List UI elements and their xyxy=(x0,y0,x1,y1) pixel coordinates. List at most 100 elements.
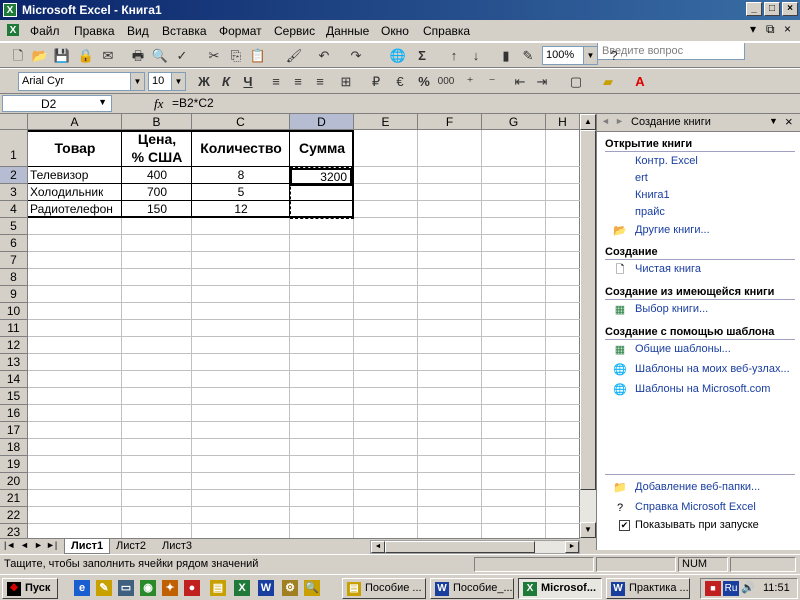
column-header[interactable]: D xyxy=(290,114,354,130)
column-header[interactable]: A xyxy=(28,114,122,130)
align-center-icon[interactable]: ≡ xyxy=(288,72,308,92)
menu-tools[interactable]: Сервис xyxy=(274,24,315,38)
doc-restore-button[interactable]: ⧉ xyxy=(766,22,775,37)
row-header[interactable]: 20 xyxy=(0,473,28,490)
save-icon[interactable]: 💾 xyxy=(52,46,72,66)
sort-descending-icon[interactable]: ↓ xyxy=(466,46,486,66)
task-button[interactable]: ▤ Пособие ... xyxy=(342,578,426,599)
row-header[interactable]: 8 xyxy=(0,269,28,286)
media-icon[interactable]: ◉ xyxy=(140,580,156,596)
paste-icon[interactable]: 📋 xyxy=(248,46,268,66)
cell-B2[interactable]: 400 xyxy=(124,168,190,182)
currency-icon[interactable]: ₽ xyxy=(366,72,386,92)
row-header[interactable]: 19 xyxy=(0,456,28,473)
show-at-startup-checkbox[interactable]: ✔ xyxy=(619,520,630,531)
name-box[interactable]: D2 ▼ xyxy=(2,95,112,112)
cell-C1[interactable]: Количество xyxy=(192,140,290,156)
row-header[interactable]: 13 xyxy=(0,354,28,371)
row-header[interactable]: 4 xyxy=(0,201,28,218)
print-preview-icon[interactable]: 🔍 xyxy=(150,46,170,66)
open-more-link[interactable]: Другие книги... xyxy=(635,224,710,236)
row-header[interactable]: 3 xyxy=(0,184,28,201)
cell-B1-line1[interactable]: Цена, xyxy=(124,131,190,147)
column-header[interactable]: H xyxy=(546,114,580,130)
sort-ascending-icon[interactable]: ↑ xyxy=(444,46,464,66)
menu-format[interactable]: Формат xyxy=(219,24,262,38)
column-header[interactable]: B xyxy=(122,114,192,130)
borders-icon[interactable]: ▢ xyxy=(566,72,586,92)
copy-icon[interactable]: ⎘ xyxy=(226,46,246,66)
search-icon[interactable]: 🔍 xyxy=(304,580,320,596)
comma-style-button[interactable]: 000 xyxy=(436,72,456,92)
close-button[interactable]: × xyxy=(782,2,798,16)
hyperlink-icon[interactable]: 🌐 xyxy=(388,46,408,66)
excel-icon[interactable]: X xyxy=(234,580,250,596)
italic-button[interactable]: К xyxy=(216,72,236,92)
start-button[interactable]: ❖ Пуск xyxy=(2,578,58,599)
menu-file[interactable]: Файл xyxy=(30,24,60,38)
undo-icon[interactable]: ↶ xyxy=(314,46,334,66)
font-select[interactable]: Arial Cyr ▼ xyxy=(18,72,145,91)
chevron-down-icon[interactable]: ▼ xyxy=(171,73,185,90)
doc-close-button[interactable]: × xyxy=(784,22,791,36)
menu-view[interactable]: Вид xyxy=(127,24,149,38)
merge-center-icon[interactable]: ⊞ xyxy=(336,72,356,92)
align-right-icon[interactable]: ≡ xyxy=(310,72,330,92)
speaker-icon[interactable]: 🔊 xyxy=(741,581,755,594)
excel-icon[interactable]: X xyxy=(3,3,17,17)
row-header[interactable]: 18 xyxy=(0,439,28,456)
scroll-thumb[interactable] xyxy=(580,130,596,490)
help-icon[interactable]: ? xyxy=(604,46,624,66)
euro-icon[interactable]: € xyxy=(390,72,410,92)
scroll-left-icon[interactable]: ◄ xyxy=(371,541,385,553)
open-icon[interactable]: 📂 xyxy=(30,46,50,66)
cell-C3[interactable]: 5 xyxy=(194,185,288,199)
tab-next-icon[interactable]: ► xyxy=(34,540,43,550)
tab-sheet3[interactable]: Лист3 xyxy=(156,539,198,554)
print-icon[interactable]: 🖶 xyxy=(128,46,148,66)
row-header[interactable]: 12 xyxy=(0,337,28,354)
web-templates-link[interactable]: Шаблоны на моих веб-узлах... xyxy=(635,363,790,375)
menu-data[interactable]: Данные xyxy=(326,24,369,38)
vertical-scrollbar[interactable]: ▲ ▼ xyxy=(580,114,596,538)
select-all-corner[interactable] xyxy=(0,114,28,130)
chart-wizard-icon[interactable]: ▮ xyxy=(496,46,516,66)
chevron-down-icon[interactable]: ▼ xyxy=(769,116,778,126)
excel-help-link[interactable]: Справка Microsoft Excel xyxy=(635,501,756,513)
new-icon[interactable]: 🗋 xyxy=(8,46,28,66)
cell-C2[interactable]: 8 xyxy=(194,168,288,182)
tab-sheet1[interactable]: Лист1 xyxy=(64,539,111,554)
underline-button[interactable]: Ч xyxy=(238,72,258,92)
column-header[interactable]: E xyxy=(354,114,418,130)
row-header[interactable]: 10 xyxy=(0,303,28,320)
bold-button[interactable]: Ж xyxy=(194,72,214,92)
app-icon[interactable]: ⚙ xyxy=(282,580,298,596)
row-header[interactable]: 22 xyxy=(0,507,28,524)
cell-D1[interactable]: Сумма xyxy=(292,140,352,156)
desktop-icon[interactable]: ▭ xyxy=(118,580,134,596)
tab-last-icon[interactable]: ►| xyxy=(46,540,57,550)
add-web-folder-link[interactable]: Добавление веб-папки... xyxy=(635,481,760,493)
minimize-button[interactable]: _ xyxy=(746,2,762,16)
ie-icon[interactable]: e xyxy=(74,580,90,596)
insert-function-icon[interactable]: fx xyxy=(154,96,163,112)
task-button-active[interactable]: X Microsof... xyxy=(518,578,602,599)
redo-icon[interactable]: ↷ xyxy=(346,46,366,66)
open-item[interactable]: Книга1 xyxy=(635,189,670,201)
row-header[interactable]: 16 xyxy=(0,405,28,422)
format-painter-icon[interactable]: 🖌 xyxy=(284,46,304,66)
row-header[interactable]: 9 xyxy=(0,286,28,303)
align-left-icon[interactable]: ≡ xyxy=(266,72,286,92)
font-size-select[interactable]: 10 ▼ xyxy=(148,72,186,91)
chevron-down-icon[interactable]: ▼ xyxy=(583,47,597,64)
row-header[interactable]: 7 xyxy=(0,252,28,269)
menu-insert[interactable]: Вставка xyxy=(162,24,207,38)
row-header[interactable]: 21 xyxy=(0,490,28,507)
fill-color-icon[interactable]: ▰ xyxy=(598,72,618,92)
row-header[interactable]: 11 xyxy=(0,320,28,337)
task-button[interactable]: W Практика ... xyxy=(606,578,690,599)
task-button[interactable]: W Пособие_... xyxy=(430,578,514,599)
email-icon[interactable]: ✉ xyxy=(98,46,118,66)
cell-B4[interactable]: 150 xyxy=(124,202,190,216)
cell-A4[interactable]: Радиотелефон xyxy=(30,202,113,216)
